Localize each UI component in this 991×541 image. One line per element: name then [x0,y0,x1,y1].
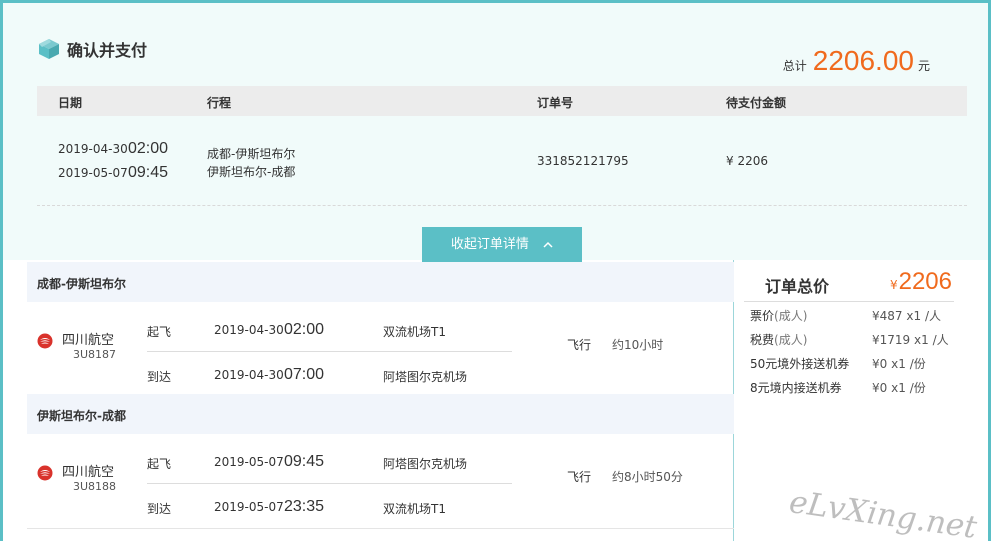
depart-airport: 阿塔图尔克机场 [383,457,468,471]
depart-date: 2019-04-30 [214,323,284,337]
fee-sublabel: (成人) [774,309,808,323]
summary-total: ¥ 2206 [890,268,952,296]
depart-time: 09:45 [284,453,325,470]
return-datetime: 2019-05-07 09:45 [58,164,168,182]
arrive-time: 07:00 [284,366,325,383]
arrive-label: 到达 [147,502,172,516]
time-text: 02:00 [128,140,169,157]
order-table-header: 日期 行程 订单号 待支付金额 [37,86,967,116]
currency-symbol: ¥ [889,278,898,292]
flight-number: 3U8187 [73,348,117,361]
fee-unit: /人 [924,309,941,323]
fee-row-intl-transfer-voucher: 50元境外接送机券 ¥0 x1 /份 [750,355,970,372]
column-amount-due: 待支付金额 [726,96,787,110]
fee-unit: /人 [932,333,949,347]
sichuan-airlines-logo-icon [37,465,53,481]
order-total: 总计 2206.00 元 [783,45,930,77]
time-text: 09:45 [128,164,169,181]
arrive-label: 到达 [147,370,172,384]
summary-title: 订单总价 [765,277,830,296]
box-icon [39,39,59,59]
airline-name: 四川航空 [62,333,115,348]
fee-price: ¥1719 [872,333,911,347]
fee-label: 票价 [750,309,775,323]
order-number: 331852121795 [537,154,629,168]
column-route: 行程 [207,96,232,110]
depart-date: 2019-05-07 [214,455,284,469]
order-table-row: 2019-04-30 02:00 2019-05-07 09:45 成都-伊斯坦… [37,116,967,206]
amount-due: ¥ 2206 [726,154,768,168]
sichuan-airlines-logo-icon [37,333,53,349]
flight-duration-label: 飞行 [567,338,592,352]
flight-segment-return: 四川航空 3U8188 起飞 2019-05-07 09:45 阿塔图尔克机场 … [27,434,736,528]
confirm-payment-panel: 确认并支付 总计 2206.00 元 日期 行程 订单号 待支付金额 2019-… [0,0,991,263]
fee-label: 税费 [750,333,775,347]
fee-qty: x1 [891,357,906,371]
route-outbound: 成都-伊斯坦布尔 [207,147,296,161]
flight-details: 成都-伊斯坦布尔 四川航空 3U8187 起飞 2019-04-30 02:00… [0,260,736,541]
route-cell: 成都-伊斯坦布尔 伊斯坦布尔-成都 [207,145,295,181]
flight-duration: 约10小时 [612,338,664,352]
collapse-order-details-button[interactable]: 收起订单详情 [422,227,582,263]
fee-row-domestic-transfer-voucher: 8元境内接送机券 ¥0 x1 /份 [750,379,970,396]
fee-qty: x1 [891,381,906,395]
date-text: 2019-05-07 [58,166,128,180]
flight-number: 3U8188 [73,480,117,493]
divider [147,483,512,484]
fee-row-fare: 票价(成人) ¥487 x1 /人 [750,307,970,324]
segment-header-outbound: 成都-伊斯坦布尔 [27,262,736,302]
departure-datetime: 2019-04-30 02:00 [58,140,168,158]
column-order-no: 订单号 [537,96,574,110]
chevron-up-icon [543,241,553,248]
panel-header: 确认并支付 [37,37,147,61]
total-unit: 元 [917,59,930,73]
airline-name: 四川航空 [62,465,115,480]
date-text: 2019-04-30 [58,142,128,156]
total-amount: 2206.00 [812,45,914,76]
divider [27,528,736,529]
arrive-time: 23:35 [284,498,325,515]
divider [744,301,954,302]
fee-row-tax: 税费(成人) ¥1719 x1 /人 [750,331,970,348]
depart-label: 起飞 [147,457,172,471]
depart-airport: 双流机场T1 [383,325,446,339]
arrive-date: 2019-04-30 [214,368,284,382]
divider [147,351,512,352]
arrive-airport: 阿塔图尔克机场 [383,370,468,384]
fee-unit: /份 [909,357,926,371]
total-label: 总计 [782,59,807,73]
flight-segment-outbound: 四川航空 3U8187 起飞 2019-04-30 02:00 双流机场T1 到… [27,302,736,396]
depart-time: 02:00 [284,321,325,338]
fee-label: 50元境外接送机券 [750,357,850,371]
page-title: 确认并支付 [67,41,148,60]
fee-unit: /份 [909,381,926,395]
fee-price: ¥487 [872,309,903,323]
flight-duration-label: 飞行 [567,470,592,484]
arrive-airport: 双流机场T1 [383,502,446,516]
fee-sublabel: (成人) [774,333,808,347]
arrive-date: 2019-05-07 [214,500,284,514]
flight-duration: 约8小时50分 [612,470,683,484]
column-date: 日期 [58,96,83,110]
fee-price: ¥0 [872,381,888,395]
route-return: 伊斯坦布尔-成都 [207,165,296,179]
fee-price: ¥0 [872,357,888,371]
fee-qty: x1 [906,309,922,323]
summary-total-amount: 2206 [898,268,952,295]
segment-header-return: 伊斯坦布尔-成都 [27,394,736,434]
fee-label: 8元境内接送机券 [750,381,842,395]
depart-label: 起飞 [147,325,172,339]
fee-qty: x1 [914,333,929,347]
collapse-button-label: 收起订单详情 [450,237,529,252]
